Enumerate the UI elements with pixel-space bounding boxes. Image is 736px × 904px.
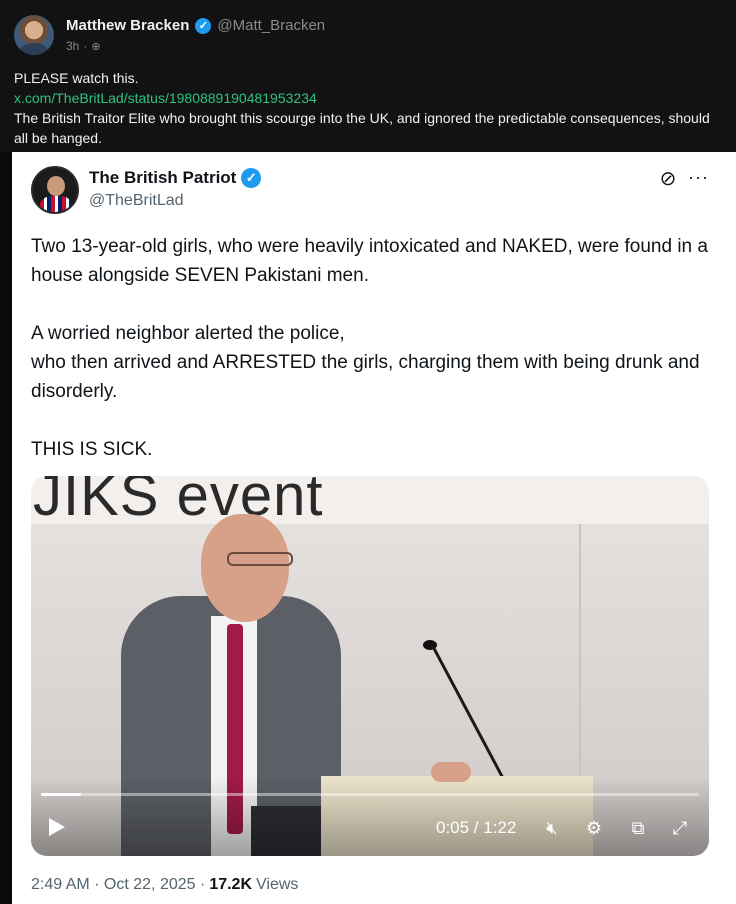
tweet-timestamp[interactable]: 2:49 AM · Oct 22, 2025 · [31, 876, 205, 894]
meta-separator: · [83, 39, 88, 53]
play-icon[interactable] [47, 816, 67, 838]
avatar[interactable] [14, 15, 54, 55]
embedded-tweet-card[interactable]: The British Patriot ✓ @TheBritLad ⊘ ··· … [12, 152, 736, 904]
speaker-head [201, 514, 289, 622]
post-line-2: The British Traitor Elite who brought th… [14, 110, 710, 146]
post-meta: 3h · ⊕ [66, 39, 101, 53]
embedded-author-handle[interactable]: @TheBritLad [89, 192, 184, 210]
outer-post: Matthew Bracken ✓ @Matt_Bracken 3h · ⊕ P… [0, 0, 736, 152]
video-banner-text: JIKS event [33, 476, 324, 528]
microphone-head [423, 640, 437, 650]
post-line-1: PLEASE watch this. [14, 70, 139, 86]
tweet-text: Two 13-year-old girls, who were heavily … [31, 232, 711, 464]
embedded-avatar[interactable] [31, 166, 79, 214]
post-time[interactable]: 3h [66, 39, 79, 53]
fullscreen-icon[interactable]: ⤢ [667, 816, 693, 840]
post-link[interactable]: x.com/TheBritLad/status/1980889190481953… [14, 88, 714, 108]
video-progress-bar[interactable] [41, 793, 699, 796]
video-player[interactable]: JIKS event 0:05 / 1:22 🔇︎ ⚙ ⧉ ⤢ [31, 476, 709, 856]
tweet-paragraph-2b: who then arrived and ARRESTED the girls,… [31, 352, 700, 402]
author-row: Matthew Bracken ✓ @Matt_Bracken [66, 17, 325, 34]
tweet-paragraph-2a: A worried neighbor alerted the police, [31, 323, 345, 344]
globe-icon: ⊕ [91, 40, 101, 53]
more-options-icon[interactable]: ··· [688, 166, 708, 188]
video-time: 0:05 / 1:22 [436, 818, 517, 837]
tweet-paragraph-3: THIS IS SICK. [31, 439, 153, 460]
verified-check-icon: ✓ [241, 168, 262, 188]
video-progress-fill [41, 793, 82, 796]
mute-icon[interactable]: 🔇︎ [539, 816, 565, 840]
video-backdrop-banner: JIKS event [31, 476, 709, 528]
tweet-timestamp-row: 2:49 AM · Oct 22, 2025 · 17.2K Views [31, 876, 298, 894]
tweet-paragraph-1: Two 13-year-old girls, who were heavily … [31, 236, 708, 286]
post-text: PLEASE watch this. x.com/TheBritLad/stat… [14, 68, 714, 148]
author-name[interactable]: Matthew Bracken [66, 17, 189, 34]
speaker-glasses [227, 552, 293, 566]
views-label: Views [256, 876, 299, 893]
gear-icon[interactable]: ⚙ [581, 816, 607, 840]
author-handle[interactable]: @Matt_Bracken [217, 17, 325, 34]
views-count: 17.2K [209, 876, 253, 893]
verified-check-icon: ✓ [195, 17, 212, 34]
grok-icon[interactable]: ⊘ [657, 168, 679, 190]
picture-in-picture-icon[interactable]: ⧉ [625, 816, 651, 840]
embedded-author-row: The British Patriot ✓ [89, 168, 262, 188]
embedded-author-name[interactable]: The British Patriot [89, 168, 236, 188]
controls-shade [31, 776, 709, 856]
